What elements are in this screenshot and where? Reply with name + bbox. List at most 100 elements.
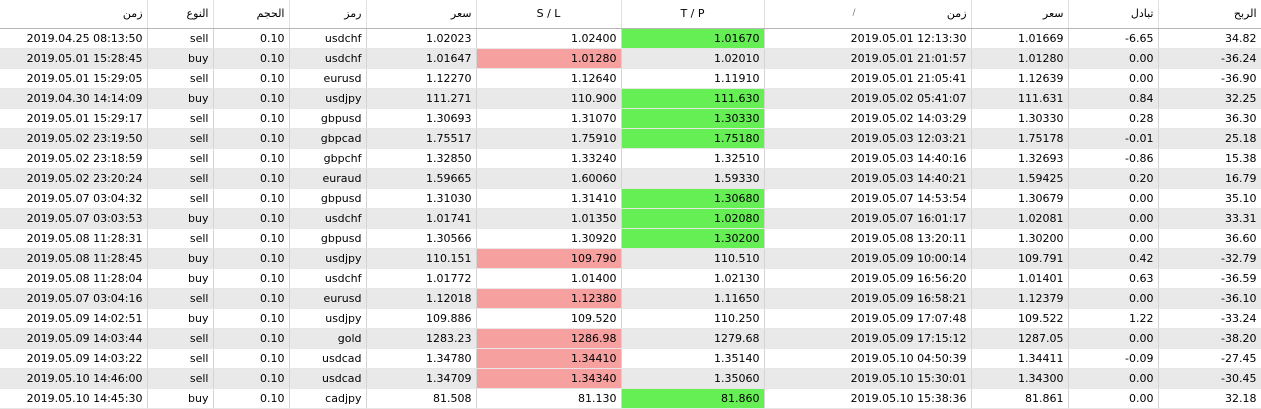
cell-open-price: 1.01741 <box>366 208 477 229</box>
cell-tp: 111.630 <box>621 88 765 109</box>
table-body: 2019.04.25 08:13:50 sell 0.10 usdchf 1.02023… <box>0 28 1261 409</box>
col-header-close-price[interactable]: سعر <box>971 0 1069 29</box>
col-header-type[interactable]: النوع <box>147 0 214 29</box>
cell-close-price: 1.32693 <box>971 148 1069 169</box>
cell-profit: 16.79 <box>1158 168 1261 189</box>
col-header-close-time[interactable]: زمن / <box>764 0 972 29</box>
cell-symbol: eurusd <box>289 288 367 309</box>
cell-open-time: 2019.05.09 14:03:44 <box>0 328 148 349</box>
cell-open-time: 2019.04.30 14:14:09 <box>0 88 148 109</box>
cell-profit: 33.31 <box>1158 208 1261 229</box>
cell-profit: 15.38 <box>1158 148 1261 169</box>
cell-close-price: 109.791 <box>971 248 1069 269</box>
cell-sl: 110.900 <box>476 88 622 109</box>
table-row[interactable]: 2019.05.08 11:28:45 buy 0.10 usdjpy 110.151 1… <box>0 248 1261 269</box>
table-row[interactable]: 2019.05.02 23:19:50 sell 0.10 gbpcad 1.75517… <box>0 128 1261 149</box>
cell-close-price: 1.34411 <box>971 348 1069 369</box>
cell-open-time: 2019.05.01 15:28:45 <box>0 48 148 69</box>
cell-close-price: 1.30679 <box>971 188 1069 209</box>
cell-sl: 1.02400 <box>476 28 622 49</box>
col-header-tp[interactable]: T / P <box>621 0 765 29</box>
cell-type: sell <box>147 288 214 309</box>
table-row[interactable]: 2019.05.09 14:03:44 sell 0.10 gold 1283.23 12… <box>0 328 1261 349</box>
table-row[interactable]: 2019.05.07 03:03:53 buy 0.10 usdchf 1.01741 1… <box>0 208 1261 229</box>
col-header-volume[interactable]: الحجم <box>213 0 290 29</box>
cell-sl: 1.30920 <box>476 228 622 249</box>
col-header-swap[interactable]: تبادل <box>1068 0 1159 29</box>
cell-symbol: usdjpy <box>289 308 367 329</box>
cell-close-price: 111.631 <box>971 88 1069 109</box>
cell-type: sell <box>147 328 214 349</box>
cell-open-price: 109.886 <box>366 308 477 329</box>
cell-tp: 1.35140 <box>621 348 765 369</box>
table-row[interactable]: 2019.05.08 11:28:31 sell 0.10 gbpusd 1.30566… <box>0 228 1261 249</box>
col-header-open-time[interactable]: زمن <box>0 0 148 29</box>
table-row[interactable]: 2019.05.10 14:46:00 sell 0.10 usdcad 1.34709… <box>0 368 1261 389</box>
cell-type: sell <box>147 68 214 89</box>
cell-volume: 0.10 <box>213 228 290 249</box>
cell-close-price: 1.01280 <box>971 48 1069 69</box>
cell-open-time: 2019.05.10 14:45:30 <box>0 388 148 409</box>
cell-tp: 1.30680 <box>621 188 765 209</box>
cell-symbol: usdchf <box>289 268 367 289</box>
col-header-sl[interactable]: S / L <box>476 0 622 29</box>
cell-profit: -36.10 <box>1158 288 1261 309</box>
cell-close-time: 2019.05.03 12:03:21 <box>764 128 972 149</box>
col-header-profit[interactable]: الربح <box>1158 0 1261 29</box>
cell-profit: 34.82 <box>1158 28 1261 49</box>
cell-type: sell <box>147 28 214 49</box>
cell-open-price: 1.01647 <box>366 48 477 69</box>
cell-type: sell <box>147 368 214 389</box>
cell-close-price: 1.02081 <box>971 208 1069 229</box>
cell-open-price: 1.30566 <box>366 228 477 249</box>
cell-swap: 0.63 <box>1068 268 1159 289</box>
col-header-open-price[interactable]: سعر <box>366 0 477 29</box>
table-row[interactable]: 2019.05.10 14:45:30 buy 0.10 cadjpy 81.508 81… <box>0 388 1261 409</box>
cell-open-price: 81.508 <box>366 388 477 409</box>
table-row[interactable]: 2019.05.07 03:04:16 sell 0.10 eurusd 1.12018… <box>0 288 1261 309</box>
cell-close-time: 2019.05.07 14:53:54 <box>764 188 972 209</box>
cell-close-time: 2019.05.07 16:01:17 <box>764 208 972 229</box>
table-row[interactable]: 2019.04.30 14:14:09 buy 0.10 usdjpy 111.271 1… <box>0 88 1261 109</box>
cell-sl: 1.31070 <box>476 108 622 129</box>
cell-tp: 1.35060 <box>621 368 765 389</box>
cell-close-price: 1.01401 <box>971 268 1069 289</box>
table-row[interactable]: 2019.05.01 15:29:17 sell 0.10 gbpusd 1.30693… <box>0 108 1261 129</box>
cell-open-time: 2019.05.07 03:04:32 <box>0 188 148 209</box>
cell-volume: 0.10 <box>213 68 290 89</box>
cell-close-time: 2019.05.02 14:03:29 <box>764 108 972 129</box>
cell-tp: 1279.68 <box>621 328 765 349</box>
table-row[interactable]: 2019.05.01 15:28:45 buy 0.10 usdchf 1.01647 1… <box>0 48 1261 69</box>
cell-close-time: 2019.05.10 15:30:01 <box>764 368 972 389</box>
cell-sl: 1.60060 <box>476 168 622 189</box>
cell-volume: 0.10 <box>213 128 290 149</box>
col-header-symbol[interactable]: رمز <box>289 0 367 29</box>
cell-close-time: 2019.05.03 14:40:16 <box>764 148 972 169</box>
cell-swap: 0.00 <box>1068 328 1159 349</box>
cell-sl: 1.01350 <box>476 208 622 229</box>
cell-open-price: 1.34780 <box>366 348 477 369</box>
cell-open-time: 2019.05.08 11:28:04 <box>0 268 148 289</box>
cell-tp: 1.30200 <box>621 228 765 249</box>
cell-open-price: 1.02023 <box>366 28 477 49</box>
cell-close-time: 2019.05.09 17:15:12 <box>764 328 972 349</box>
cell-sl: 1.01280 <box>476 48 622 69</box>
cell-tp: 1.11910 <box>621 68 765 89</box>
table-row[interactable]: 2019.05.07 03:04:32 sell 0.10 gbpusd 1.31030… <box>0 188 1261 209</box>
cell-volume: 0.10 <box>213 28 290 49</box>
table-row[interactable]: 2019.05.02 23:18:59 sell 0.10 gbpchf 1.32850… <box>0 148 1261 169</box>
cell-volume: 0.10 <box>213 388 290 409</box>
table-row[interactable]: 2019.05.08 11:28:04 buy 0.10 usdchf 1.01772 1… <box>0 268 1261 289</box>
cell-type: buy <box>147 268 214 289</box>
table-row[interactable]: 2019.05.01 15:29:05 sell 0.10 eurusd 1.12270… <box>0 68 1261 89</box>
cell-sl: 109.520 <box>476 308 622 329</box>
cell-type: buy <box>147 388 214 409</box>
table-row[interactable]: 2019.05.09 14:03:22 sell 0.10 usdcad 1.34780… <box>0 348 1261 369</box>
cell-open-price: 1.12270 <box>366 68 477 89</box>
table-row[interactable]: 2019.05.09 14:02:51 buy 0.10 usdjpy 109.886 1… <box>0 308 1261 329</box>
table-row[interactable]: 2019.05.02 23:20:24 sell 0.10 euraud 1.59665… <box>0 168 1261 189</box>
cell-symbol: usdcad <box>289 348 367 369</box>
cell-symbol: eurusd <box>289 68 367 89</box>
table-row[interactable]: 2019.04.25 08:13:50 sell 0.10 usdchf 1.02023… <box>0 28 1261 49</box>
cell-open-time: 2019.05.01 15:29:17 <box>0 108 148 129</box>
